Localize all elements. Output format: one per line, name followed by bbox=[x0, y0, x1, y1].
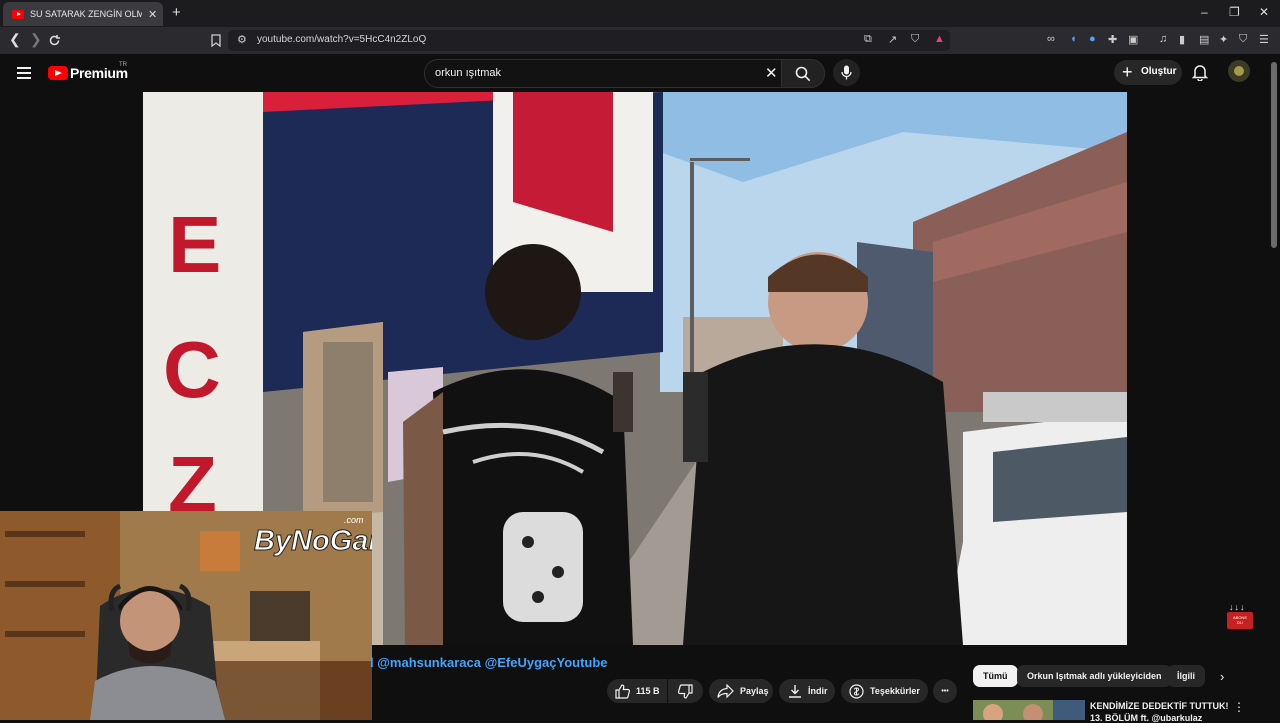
dislike-button[interactable] bbox=[668, 679, 703, 703]
streamer-webcam-overlay: ByNoGame .com bbox=[0, 511, 372, 720]
extension-screenshot-icon[interactable]: ▣ bbox=[1128, 33, 1138, 46]
extension-glasses-icon[interactable]: ∞ bbox=[1047, 33, 1055, 45]
microphone-icon bbox=[841, 65, 852, 80]
recommendation-thumbnail[interactable] bbox=[973, 700, 1085, 720]
thumbnail-image bbox=[973, 700, 1085, 720]
site-settings-icon[interactable]: ⚙ bbox=[237, 33, 247, 46]
thanks-button[interactable]: Teşekkürler bbox=[841, 679, 928, 703]
create-label: Oluştur bbox=[1141, 66, 1177, 77]
sidebar-icon[interactable]: ▮ bbox=[1179, 33, 1185, 46]
search-icon bbox=[795, 66, 811, 82]
url-field[interactable]: ⚙ youtube.com/watch?v=5HcC4n2ZLoQ ⧉ ↗ ⛉ … bbox=[228, 30, 950, 51]
restore-button[interactable]: ❐ bbox=[1229, 5, 1240, 19]
close-tab-icon[interactable]: ✕ bbox=[148, 8, 157, 21]
watermark-arrows: ↓↓↓ bbox=[1229, 602, 1246, 612]
search-query: orkun ışıtmak bbox=[435, 67, 502, 79]
search-button[interactable] bbox=[781, 59, 825, 88]
plus-icon: + bbox=[1122, 62, 1133, 82]
browser-address-bar: ❮ ❯ ⚙ youtube.com/watch?v=5HcC4n2ZLoQ ⧉ … bbox=[0, 27, 1280, 54]
share-label: Paylaş bbox=[740, 686, 769, 696]
share-button[interactable]: Paylaş bbox=[709, 679, 773, 703]
share-arrow-icon bbox=[717, 684, 734, 698]
webcam-frame: ByNoGame .com bbox=[0, 511, 372, 720]
shield-icon[interactable]: ⛉ bbox=[911, 33, 919, 46]
like-count: 115 B bbox=[636, 686, 660, 696]
watermark-text: ABONE OL! bbox=[1232, 615, 1247, 625]
page-scrollbar[interactable] bbox=[1271, 62, 1277, 248]
bynogame-logo-suffix: .com bbox=[344, 515, 364, 525]
voice-search-button[interactable] bbox=[833, 59, 860, 86]
youtube-logo-icon[interactable] bbox=[48, 66, 68, 80]
bookmark-icon[interactable] bbox=[211, 34, 221, 47]
hamburger-menu-icon[interactable] bbox=[17, 67, 31, 82]
back-button[interactable]: ❮ bbox=[9, 31, 21, 48]
recommendation-title[interactable]: KENDİMİZE DEDEKTİF TUTTUK! bbox=[1090, 701, 1229, 711]
browser-menu-icon[interactable]: ☰ bbox=[1259, 33, 1269, 46]
close-window-button[interactable]: ✕ bbox=[1259, 5, 1269, 19]
youtube-masthead: Premium TR orkun ışıtmak ✕ + Oluştur bbox=[0, 54, 1280, 92]
browser-tab[interactable]: SU SATARAK ZENGİN OLMAK! | M ✕ bbox=[3, 2, 163, 26]
region-code: TR bbox=[119, 62, 127, 68]
new-tab-button[interactable]: + bbox=[172, 4, 181, 21]
ai-sparkle-icon[interactable]: ✦ bbox=[1219, 33, 1228, 46]
thumbs-up-icon bbox=[615, 683, 630, 699]
wallet-icon[interactable]: ▤ bbox=[1199, 33, 1209, 46]
more-actions-button[interactable]: ••• bbox=[933, 679, 957, 703]
thanks-label: Teşekkürler bbox=[870, 686, 920, 696]
minimize-button[interactable]: – bbox=[1201, 5, 1208, 19]
tab-title: SU SATARAK ZENGİN OLMAK! | M bbox=[30, 9, 142, 19]
vpn-shield-icon[interactable]: ⛉ bbox=[1239, 33, 1247, 46]
url-text: youtube.com/watch?v=5HcC4n2ZLoQ bbox=[257, 34, 427, 45]
media-icon[interactable]: ♫ bbox=[1159, 33, 1167, 45]
create-button[interactable]: + Oluştur bbox=[1114, 60, 1182, 85]
download-button[interactable]: İndir bbox=[779, 679, 835, 703]
chips-next-icon[interactable]: › bbox=[1220, 669, 1224, 684]
chip-from-uploader[interactable]: Orkun Işıtmak adlı yükleyiciden bbox=[1017, 665, 1172, 687]
chip-all[interactable]: Tümü bbox=[973, 665, 1018, 687]
chip-related[interactable]: İlgili bbox=[1167, 665, 1205, 687]
forward-button[interactable]: ❯ bbox=[30, 31, 42, 48]
ecz-sign-letter-e: E bbox=[168, 200, 221, 289]
thumbs-down-icon bbox=[678, 683, 693, 699]
account-avatar[interactable] bbox=[1228, 60, 1250, 82]
like-button[interactable]: 115 B bbox=[607, 679, 667, 703]
description-mentions[interactable]: l @mahsunkaraca @EfeUygaçYoutube bbox=[370, 655, 608, 670]
notifications-bell-icon[interactable] bbox=[1192, 63, 1208, 81]
super-thanks-icon bbox=[849, 683, 864, 699]
browser-tab-bar: SU SATARAK ZENGİN OLMAK! | M ✕ + – ❐ ✕ bbox=[0, 0, 1280, 27]
download-icon bbox=[789, 685, 801, 698]
extension-vpn-icon[interactable]: ● bbox=[1089, 33, 1096, 45]
search-input[interactable]: orkun ışıtmak ✕ bbox=[424, 59, 782, 88]
clear-search-icon[interactable]: ✕ bbox=[765, 64, 778, 82]
recommendation-subtitle: 13. BÖLÜM ft. @ubarkulaz bbox=[1090, 713, 1203, 723]
more-actions-icon: ••• bbox=[941, 687, 949, 695]
youtube-favicon-icon bbox=[12, 9, 24, 19]
extension-audio-icon[interactable]: ◖ bbox=[1070, 33, 1077, 45]
ecz-sign-letter-c: C bbox=[163, 325, 221, 414]
recommendation-menu-icon[interactable]: ⋮ bbox=[1233, 700, 1245, 714]
rewards-icon[interactable]: ▲ bbox=[934, 33, 945, 45]
extensions-icon[interactable]: ✚ bbox=[1108, 33, 1117, 46]
share-icon[interactable]: ↗ bbox=[888, 33, 897, 46]
reload-icon[interactable] bbox=[48, 34, 61, 47]
bynogame-logo: ByNoGame bbox=[254, 525, 372, 557]
download-label: İndir bbox=[808, 686, 828, 696]
open-external-icon[interactable]: ⧉ bbox=[864, 33, 872, 46]
